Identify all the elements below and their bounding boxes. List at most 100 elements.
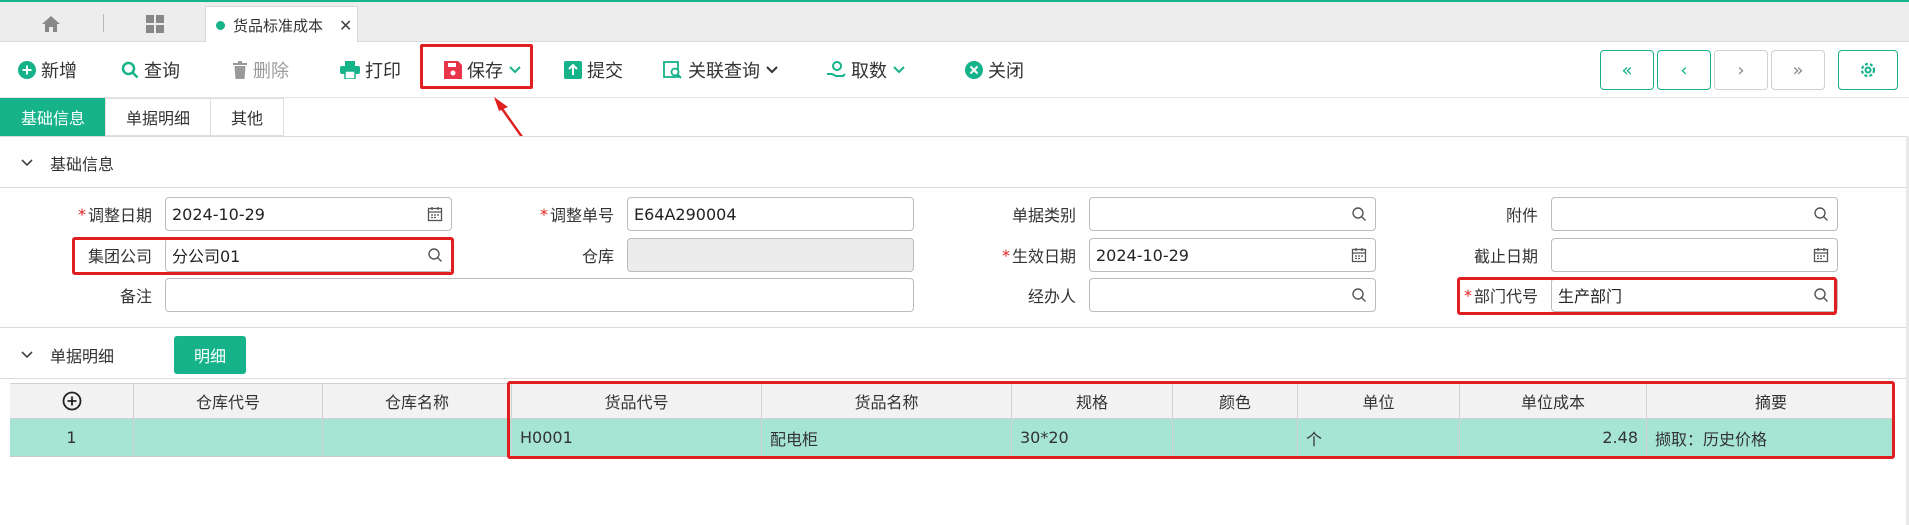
group-company-field[interactable]: 分公司01 [165,238,452,272]
divider [0,187,1909,188]
hand-coin-icon [827,61,846,77]
active-dot-icon [216,21,225,30]
col-header-item-code[interactable]: 货品代号 [512,384,762,418]
related-query-label: 关联查询 [688,61,760,82]
remark-field[interactable] [165,278,914,312]
group-company-label: 集团公司 [87,247,152,266]
detail-button[interactable]: 明细 [174,336,246,374]
upload-icon [564,61,582,79]
home-icon [42,16,60,32]
section-tabs: 基础信息 单据明细 其他 [0,98,285,136]
chevron-down-icon [21,351,33,359]
spec-cell[interactable]: 30*20 [1012,419,1173,456]
search-icon[interactable] [427,247,443,263]
search-icon [121,61,139,79]
end-date-label: 截止日期 [1473,247,1538,266]
unit-cell[interactable]: 个 [1298,419,1460,456]
basic-info-header[interactable]: 基础信息 [0,137,1909,189]
required-mark: * [1001,245,1010,265]
doc-type-field[interactable] [1089,197,1376,231]
dept-code-field[interactable]: 生产部门 [1551,278,1838,312]
calendar-icon[interactable] [427,206,443,222]
search-icon[interactable] [1351,206,1367,222]
attachment-label: 附件 [1505,206,1538,225]
detail-section-title: 单据明细 [50,347,115,366]
col-header-spec[interactable]: 规格 [1012,384,1173,418]
doc-type-label: 单据类别 [1011,206,1076,225]
warehouse-code-cell[interactable] [134,419,323,456]
plus-circle-icon [18,61,36,79]
tab-other[interactable]: 其他 [210,98,285,136]
adjust-date-field[interactable]: 2024-10-29 [165,197,452,231]
prev-record-button[interactable]: ‹ [1657,50,1711,90]
handler-field[interactable] [1089,278,1376,312]
grid-icon [146,15,164,33]
delete-label: 删除 [253,61,289,82]
fetch-label: 取数 [851,61,887,82]
item-name-cell[interactable]: 配电柜 [762,419,1012,456]
chevron-down-icon [509,66,521,74]
end-date-field[interactable] [1551,238,1838,272]
next-record-button[interactable]: › [1714,50,1768,90]
chevron-down-icon [766,66,778,74]
close-button[interactable]: 关闭 [965,42,1024,98]
required-mark: * [1463,285,1472,305]
add-row-cell[interactable] [10,384,134,418]
submit-label: 提交 [587,61,623,82]
last-record-button[interactable]: » [1771,50,1825,90]
close-circle-icon [965,61,983,79]
search-icon[interactable] [1351,287,1367,303]
search-icon[interactable] [1813,287,1829,303]
apps-tab[interactable] [120,6,190,42]
home-tab[interactable] [10,6,92,42]
table-row[interactable]: 1 H0001 配电柜 30*20 个 2.48 撷取：历史价格 [10,419,1895,457]
group-company-value: 分公司01 [172,247,241,266]
row-number-cell: 1 [10,419,134,456]
tab-doc-detail[interactable]: 单据明细 [105,98,212,136]
save-button[interactable]: 保存 [444,42,522,98]
chevron-down-icon [21,159,33,167]
calendar-icon[interactable] [1351,247,1367,263]
attachment-field[interactable] [1551,197,1838,231]
col-header-warehouse-code[interactable]: 仓库代号 [134,384,323,418]
effective-date-field[interactable]: 2024-10-29 [1089,238,1376,272]
item-code-cell[interactable]: H0001 [512,419,762,456]
related-query-button[interactable]: 关联查询 [663,42,779,98]
unit-cost-cell[interactable]: 2.48 [1460,419,1647,456]
tab-standard-cost[interactable]: 货品标准成本 ✕ [205,6,358,44]
col-header-item-name[interactable]: 货品名称 [762,384,1012,418]
adjust-no-value: E64A290004 [634,204,737,224]
warehouse-field [627,238,914,272]
save-label: 保存 [467,61,503,82]
calendar-icon[interactable] [1813,247,1829,263]
printer-icon [340,61,360,79]
settings-button[interactable] [1838,50,1898,90]
fetch-button[interactable]: 取数 [826,42,906,98]
first-record-button[interactable]: « [1600,50,1654,90]
adjust-date-label: * 调整日期 [77,204,152,226]
divider [0,327,1909,328]
search-icon[interactable] [1813,206,1829,222]
remark-label: 备注 [119,287,152,306]
print-label: 打印 [365,61,401,82]
submit-button[interactable]: 提交 [564,42,623,98]
col-header-unit-cost[interactable]: 单位成本 [1460,384,1647,418]
adjust-no-field[interactable]: E64A290004 [627,197,914,231]
tab-basic-info[interactable]: 基础信息 [0,98,107,136]
col-header-unit[interactable]: 单位 [1298,384,1460,418]
col-header-warehouse-name[interactable]: 仓库名称 [323,384,512,418]
detail-section-header[interactable]: 单据明细 [0,329,160,381]
color-cell[interactable] [1173,419,1298,456]
doc-search-icon [663,61,682,79]
query-button[interactable]: 查询 [121,42,180,98]
add-button[interactable]: 新增 [18,42,77,98]
add-row-icon[interactable] [62,391,82,411]
floppy-disk-icon [444,61,462,79]
print-button[interactable]: 打印 [340,42,401,98]
col-header-color[interactable]: 颜色 [1173,384,1298,418]
delete-button[interactable]: 删除 [232,42,289,98]
summary-cell[interactable]: 撷取：历史价格 [1647,419,1895,456]
warehouse-name-cell[interactable] [323,419,512,456]
close-tab-icon[interactable]: ✕ [339,16,352,35]
col-header-summary[interactable]: 摘要 [1647,384,1895,418]
